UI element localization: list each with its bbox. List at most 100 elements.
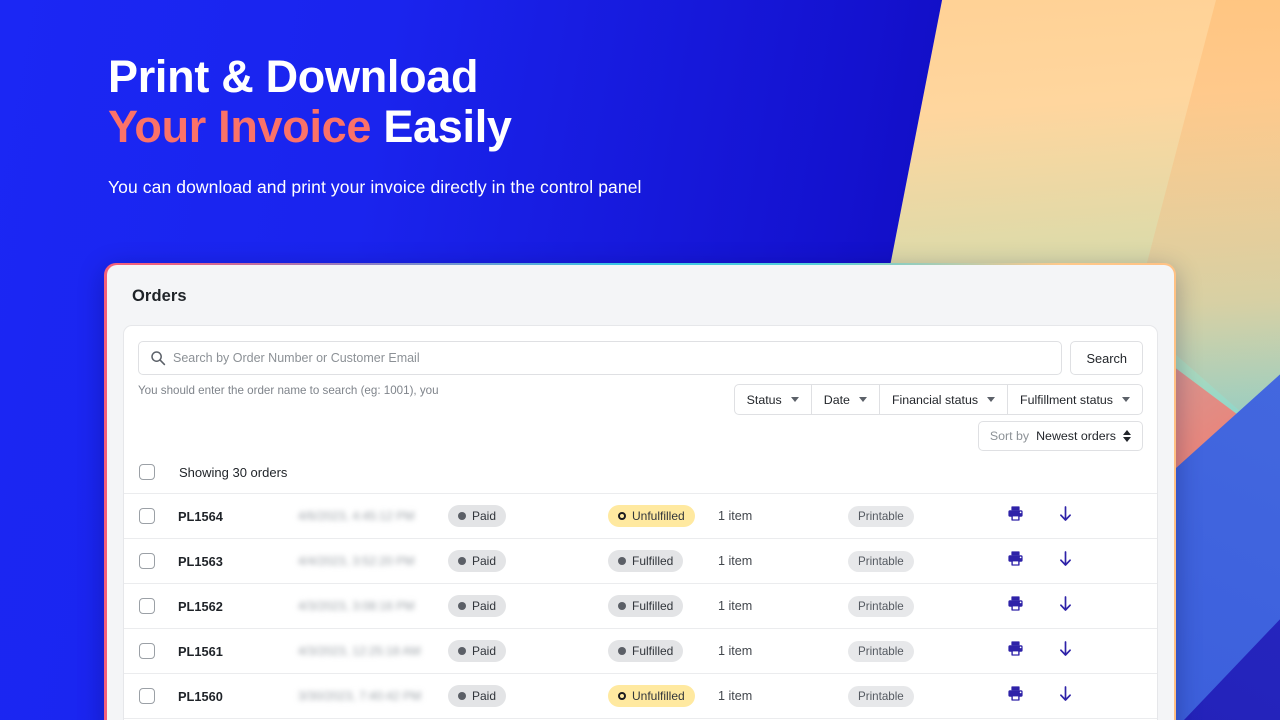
item-count: 1 item: [718, 599, 753, 613]
filter-date-label: Date: [823, 392, 850, 407]
fulfillment-status-label: Fulfilled: [632, 554, 674, 568]
order-date: 4/6/2023, 4:45:12 PM: [298, 509, 415, 523]
status-dot-icon: [618, 692, 626, 700]
table-row[interactable]: PL1561 4/3/2023, 12:25:18 AM Paid Fulfilled…: [124, 628, 1157, 673]
table-row[interactable]: PL1564 4/6/2023, 4:45:12 PM Paid Unfulfille…: [124, 493, 1157, 538]
download-button[interactable]: [1057, 685, 1074, 703]
download-arrow-icon: [1060, 550, 1071, 566]
order-id: PL1563: [178, 553, 223, 569]
status-dot-icon: [618, 602, 626, 610]
download-button[interactable]: [1057, 640, 1074, 658]
orders-card: Orders Search by Order Number or Custome…: [107, 265, 1174, 720]
print-button[interactable]: [1007, 550, 1024, 567]
print-button[interactable]: [1007, 640, 1024, 657]
item-count: 1 item: [718, 689, 753, 703]
status-dot-icon: [458, 692, 466, 700]
download-arrow-icon: [1060, 685, 1071, 701]
printable-badge: Printable: [848, 550, 914, 572]
sort-select[interactable]: Sort by Newest orders: [977, 421, 1143, 451]
fulfillment-status-badge: Fulfilled: [608, 595, 684, 617]
item-count: 1 item: [718, 644, 753, 658]
financial-status-label: Paid: [472, 644, 497, 658]
chevron-down-icon: [1122, 397, 1130, 402]
download-button[interactable]: [1057, 505, 1074, 523]
row-checkbox[interactable]: [139, 553, 155, 569]
financial-status-badge: Paid: [448, 595, 507, 617]
print-button[interactable]: [1007, 595, 1024, 612]
order-id: PL1561: [178, 643, 223, 659]
order-date: 4/3/2023, 12:25:18 AM: [298, 644, 421, 658]
printer-icon: [1008, 686, 1023, 701]
download-button[interactable]: [1057, 595, 1074, 613]
item-count: 1 item: [718, 554, 753, 568]
select-all-checkbox[interactable]: [139, 464, 155, 480]
search-placeholder: Search by Order Number or Customer Email: [173, 351, 420, 365]
hero-title-line1: Print & Download: [108, 51, 479, 102]
helper-filter-row: You should enter the order name to searc…: [124, 375, 1157, 415]
fulfillment-status-badge: Unfulfilled: [608, 685, 695, 707]
order-date: 4/4/2023, 3:52:20 PM: [298, 554, 415, 568]
printable-badge: Printable: [848, 685, 914, 707]
row-checkbox[interactable]: [139, 688, 155, 704]
financial-status-badge: Paid: [448, 550, 507, 572]
status-dot-icon: [618, 512, 626, 520]
filter-fulfillment-status[interactable]: Fulfillment status: [1008, 384, 1143, 415]
order-id: PL1564: [178, 508, 223, 524]
printable-badge: Printable: [848, 505, 914, 527]
financial-status-label: Paid: [472, 554, 497, 568]
fulfillment-status-label: Unfulfilled: [632, 689, 685, 703]
row-checkbox[interactable]: [139, 643, 155, 659]
print-button[interactable]: [1007, 685, 1024, 702]
row-checkbox[interactable]: [139, 508, 155, 524]
filter-date[interactable]: Date: [811, 384, 880, 415]
filter-status[interactable]: Status: [733, 384, 812, 415]
orders-heading: Orders: [132, 287, 187, 305]
filter-financial-status[interactable]: Financial status: [879, 384, 1009, 415]
search-input[interactable]: Search by Order Number or Customer Email: [138, 341, 1063, 375]
page-title: Print & Download Your Invoice Easily: [108, 51, 888, 153]
sort-updown-icon: [1123, 430, 1131, 442]
row-checkbox[interactable]: [139, 598, 155, 614]
order-id: PL1562: [178, 598, 223, 614]
printable-badge: Printable: [848, 640, 914, 662]
printer-icon: [1008, 551, 1023, 566]
financial-status-label: Paid: [472, 599, 497, 613]
order-count-label: Showing 30 orders: [179, 464, 288, 480]
chevron-down-icon: [790, 397, 799, 402]
status-dot-icon: [618, 557, 626, 565]
orders-panel: Search by Order Number or Customer Email…: [123, 325, 1158, 720]
table-row[interactable]: PL1563 4/4/2023, 3:52:20 PM Paid Fulfilled 1…: [124, 538, 1157, 583]
fulfillment-status-badge: Fulfilled: [608, 640, 684, 662]
item-count: 1 item: [718, 509, 753, 523]
status-dot-icon: [458, 557, 466, 565]
order-date: 4/3/2023, 3:08:16 PM: [298, 599, 415, 613]
table-row[interactable]: PL1562 4/3/2023, 3:08:16 PM Paid Fulfilled 1…: [124, 583, 1157, 628]
status-dot-icon: [458, 602, 466, 610]
table-row[interactable]: PL1560 3/30/2023, 7:40:42 PM Paid Unfulfill…: [124, 673, 1157, 718]
sort-prefix: Sort by: [989, 429, 1030, 443]
search-button[interactable]: Search: [1070, 341, 1143, 375]
financial-status-label: Paid: [472, 509, 497, 523]
download-button[interactable]: [1057, 550, 1074, 568]
printer-icon: [1008, 506, 1023, 521]
order-date: 3/30/2023, 7:40:42 PM: [298, 689, 422, 703]
fulfillment-status-label: Unfulfilled: [632, 509, 685, 523]
status-dot-icon: [458, 512, 466, 520]
status-dot-icon: [458, 647, 466, 655]
print-button[interactable]: [1007, 505, 1024, 522]
hero-section: Print & Download Your Invoice Easily You…: [108, 51, 888, 198]
financial-status-badge: Paid: [448, 505, 507, 527]
download-arrow-icon: [1060, 595, 1071, 611]
select-all-row: Showing 30 orders: [124, 451, 1157, 493]
sort-row: Sort by Newest orders: [124, 415, 1157, 451]
printer-icon: [1008, 641, 1023, 656]
fulfillment-status-label: Fulfilled: [632, 599, 674, 613]
chevron-down-icon: [987, 397, 996, 402]
printable-badge: Printable: [848, 595, 914, 617]
filter-group: Status Date Financial status Fulfillment…: [733, 384, 1143, 415]
orders-card-border: Orders Search by Order Number or Custome…: [104, 263, 1176, 720]
filter-financial-status-label: Financial status: [891, 392, 979, 407]
sort-value: Newest orders: [1036, 429, 1116, 443]
search-icon: [151, 351, 166, 366]
fulfillment-status-badge: Unfulfilled: [608, 505, 695, 527]
